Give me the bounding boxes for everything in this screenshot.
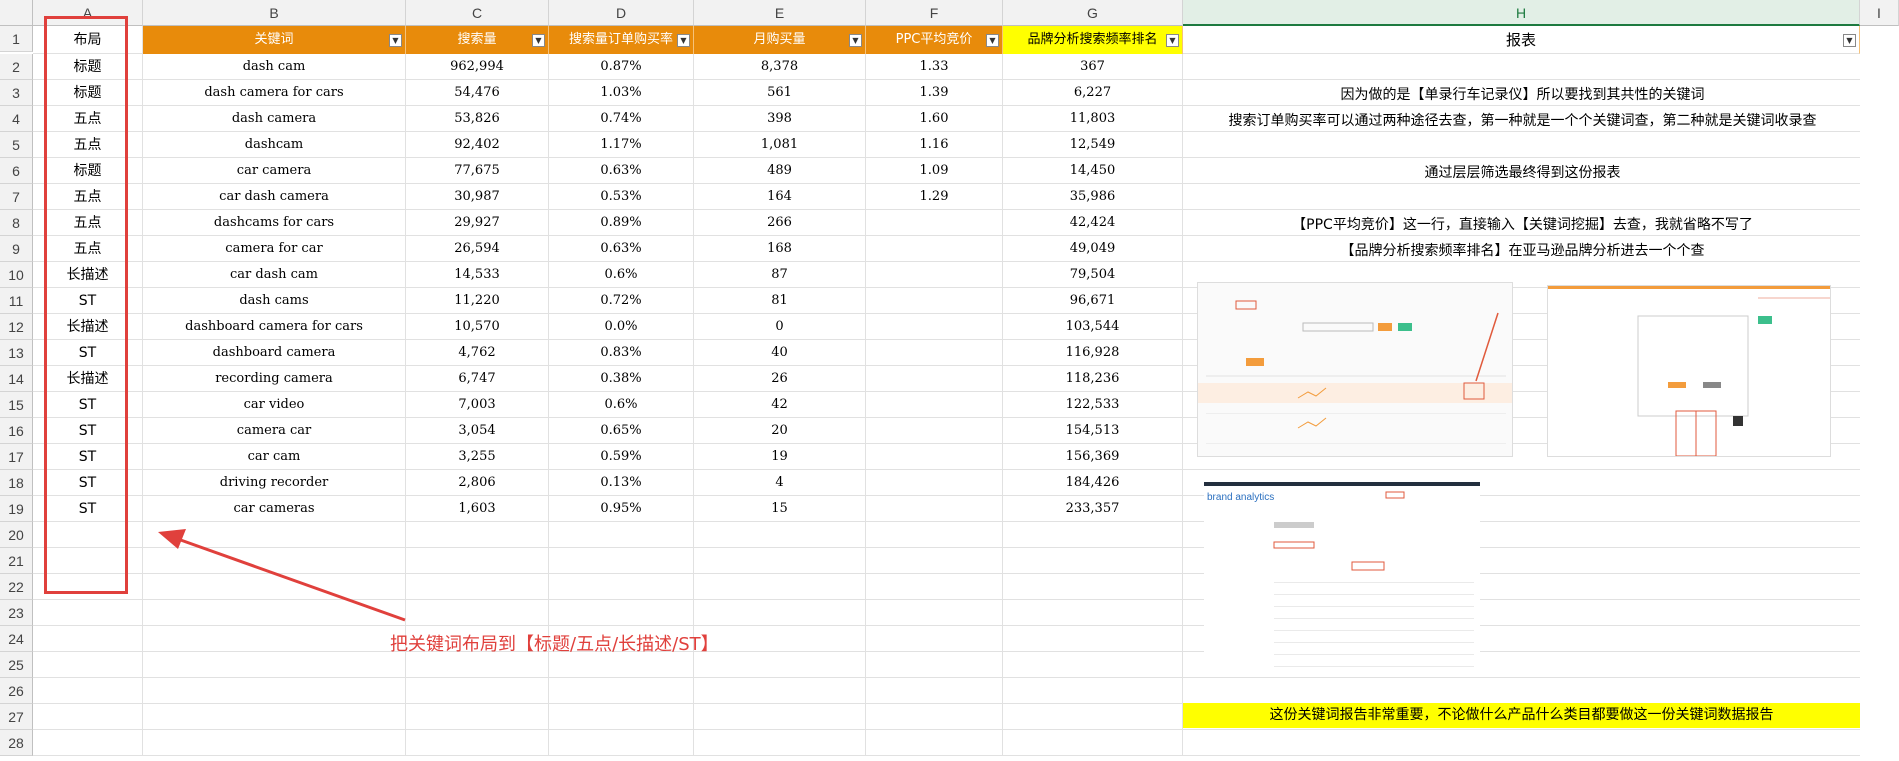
report-footer-note: 这份关键词报告非常重要，不论做什么产品什么类目都要做这一份关键词数据报告 (1183, 703, 1860, 728)
report-line-5: 【品牌分析搜索频率排名】在亚马逊品牌分析进去一个个查 (1340, 243, 1705, 259)
report-line-4: 【PPC平均竞价】这一行，直接输入【关键词挖掘】去查，我就省略不写了 (1292, 217, 1753, 233)
brand-analytics-label: brand analytics (1207, 492, 1275, 503)
screenshot-thumbnail-search-rate (1547, 285, 1831, 457)
report-line-2: 搜索订单购买率可以通过两种途径去查，第一种就是一个个关键词查，第二种就是关键词收… (1228, 113, 1817, 129)
report-line-1: 因为做的是【单录行车记录仪】所以要找到其共性的关键词 (1340, 87, 1705, 103)
annotation-arrow-head (158, 529, 186, 549)
screenshot-thumbnail-brand-analytics: brand analytics (1204, 482, 1480, 677)
screenshot-thumbnail-keyword-tool (1197, 282, 1513, 457)
report-line-3: 通过层层筛选最终得到这份报表 (1424, 165, 1621, 181)
annotation-arrow-line (174, 536, 406, 622)
annotation-text: 把关键词布局到【标题/五点/长描述/ST】 (390, 634, 719, 655)
